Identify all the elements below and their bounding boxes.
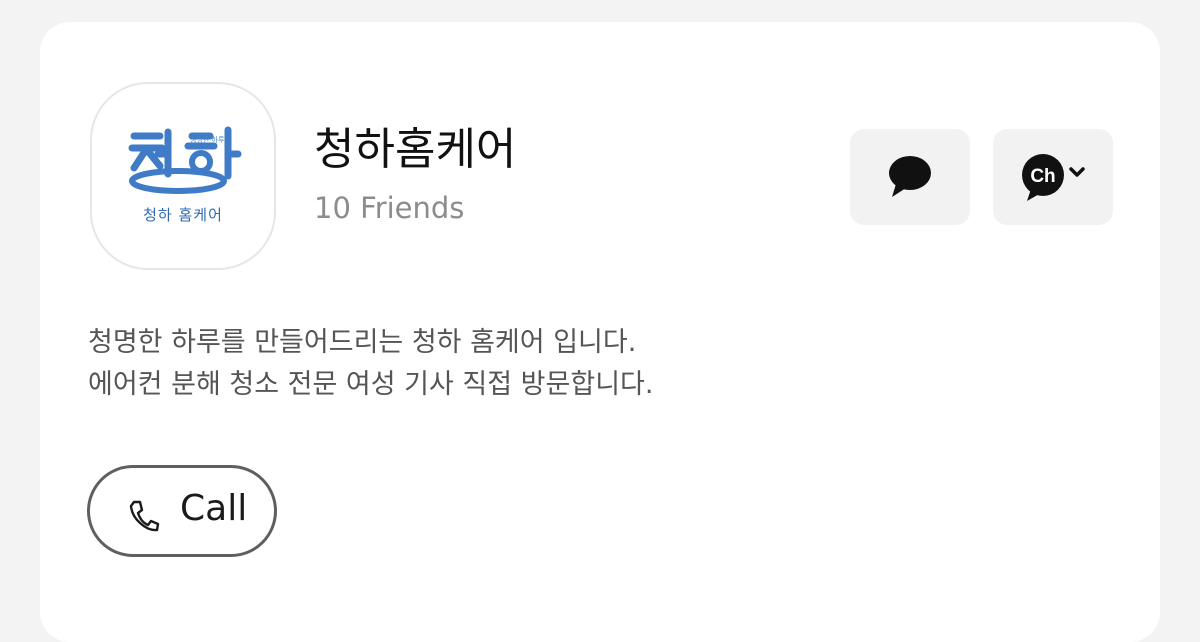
logo-mark — [128, 126, 242, 194]
description-line: 청명한 하루를 만들어드리는 청하 홈케어 입니다. — [88, 327, 637, 358]
logo-ring — [129, 168, 227, 194]
friends-count: 10 Friends — [314, 191, 465, 225]
description-line: 에어컨 분해 청소 전문 여성 기사 직접 방문합니다. — [88, 369, 654, 400]
logo-subtitle: 청하 홈케어 — [143, 206, 223, 224]
channel-name: 청하홈케어 — [314, 124, 517, 175]
phone-icon — [129, 500, 160, 532]
channel-profile-card: 청명한 하루 청하 홈케어 청하홈케어 10 Friends Ch 청명한 하루… — [40, 22, 1160, 642]
channel-text: Ch — [1030, 166, 1055, 187]
profile-image[interactable]: 청명한 하루 청하 홈케어 — [90, 82, 276, 270]
channel-description: 청명한 하루를 만들어드리는 청하 홈케어 입니다. 에어컨 분해 청소 전문 … — [88, 322, 653, 406]
call-button[interactable]: Call — [87, 465, 277, 557]
chevron-down-icon — [1069, 167, 1085, 177]
channel-add-button[interactable]: Ch — [993, 129, 1113, 225]
kakao-channel-icon: Ch — [1022, 154, 1085, 201]
call-label: Call — [180, 488, 248, 529]
logo-tagline: 청명한 하루 — [190, 136, 225, 144]
chat-button[interactable] — [850, 129, 970, 225]
speech-bubble-icon — [889, 156, 931, 197]
